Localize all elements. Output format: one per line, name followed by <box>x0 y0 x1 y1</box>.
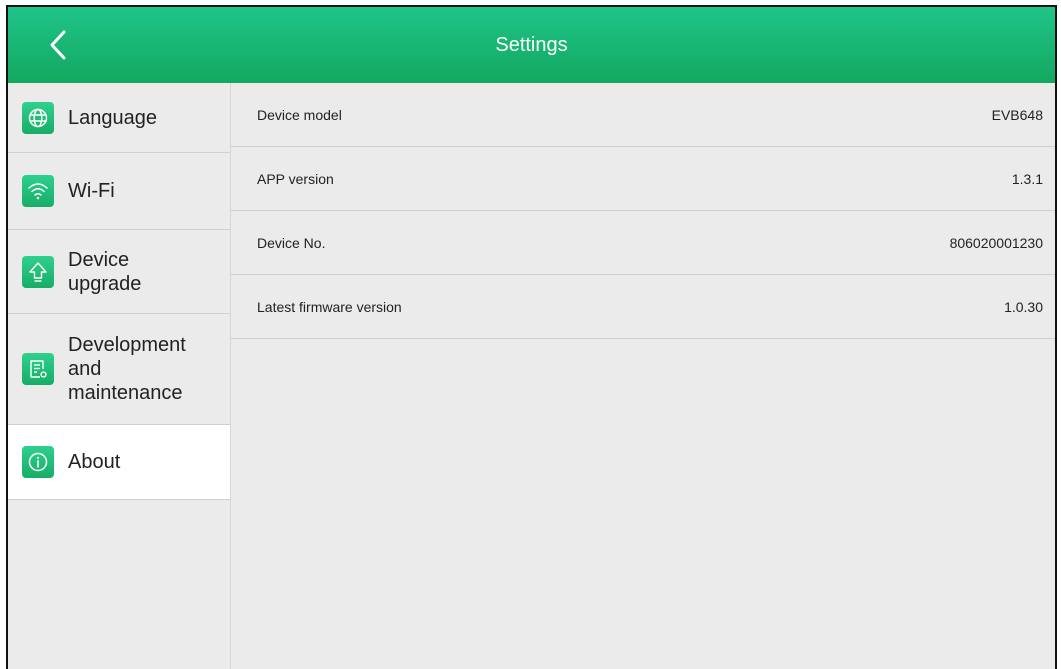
sidebar-item-label: Language <box>68 106 157 129</box>
info-row-app-version: APP version 1.3.1 <box>231 147 1055 211</box>
document-settings-icon <box>22 353 54 385</box>
upgrade-arrow-icon <box>22 255 54 288</box>
row-label: APP version <box>257 171 334 187</box>
sidebar: Language Wi-Fi Device upgrade Developmen… <box>8 83 231 669</box>
chevron-left-icon <box>50 30 66 60</box>
back-button[interactable] <box>38 25 78 65</box>
sidebar-item-about[interactable]: About <box>8 425 230 500</box>
row-label: Latest firmware version <box>257 299 402 315</box>
row-value: EVB648 <box>991 107 1043 123</box>
sidebar-item-device-upgrade[interactable]: Device upgrade <box>8 230 230 314</box>
row-value: 1.3.1 <box>1011 171 1043 187</box>
info-row-device-model: Device model EVB648 <box>231 83 1055 147</box>
row-label: Device No. <box>257 235 326 251</box>
sidebar-item-development-maintenance[interactable]: Development and maintenance <box>8 314 230 425</box>
page-title: Settings <box>495 34 568 56</box>
sidebar-item-label: Wi-Fi <box>68 180 115 202</box>
info-row-device-no: Device No. 806020001230 <box>231 211 1055 275</box>
app-window: Settings Language Wi-Fi Device upgrade D… <box>6 5 1057 669</box>
info-icon <box>22 446 54 478</box>
globe-icon <box>22 101 54 134</box>
sidebar-item-label: Development and maintenance <box>68 334 186 404</box>
header-bar: Settings <box>8 7 1055 83</box>
sidebar-item-label: About <box>68 451 121 473</box>
about-panel: Device model EVB648 APP version 1.3.1 De… <box>231 83 1055 669</box>
sidebar-item-wifi[interactable]: Wi-Fi <box>8 153 230 230</box>
sidebar-item-label: Device upgrade <box>68 248 142 295</box>
info-row-latest-firmware: Latest firmware version 1.0.30 <box>231 275 1055 339</box>
row-label: Device model <box>257 107 342 123</box>
row-value: 1.0.30 <box>1004 299 1043 315</box>
row-value: 806020001230 <box>949 235 1043 251</box>
sidebar-item-language[interactable]: Language <box>8 83 230 153</box>
wifi-icon <box>22 175 54 207</box>
